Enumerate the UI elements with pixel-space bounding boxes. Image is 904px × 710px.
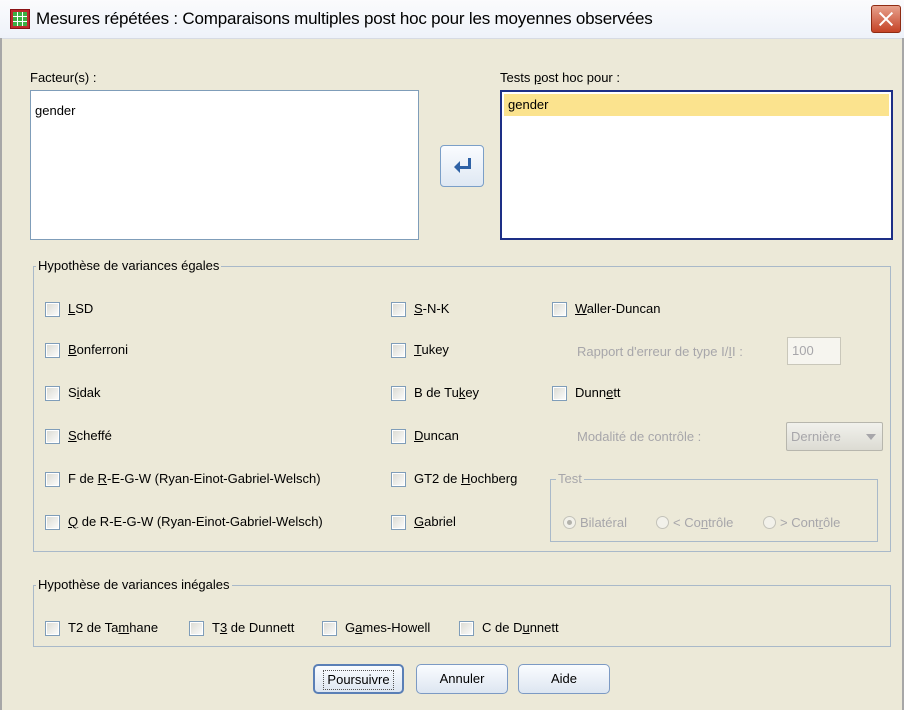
dunnett-c-label: C de Dunnett [482, 620, 559, 635]
unequal-variances-group [33, 585, 891, 647]
games-howell-label: Games-Howell [345, 620, 431, 635]
dialog-window: Mesures répétées : Comparaisons multiple… [0, 0, 904, 710]
two-sided-label: Bilatéral [580, 515, 627, 530]
sidak-checkbox[interactable] [45, 386, 60, 401]
unequal-variances-legend: Hypothèse de variances inégales [36, 577, 232, 592]
title-bar: Mesures répétées : Comparaisons multiple… [0, 0, 904, 39]
sidak-label: Sidak [68, 385, 101, 400]
factor-item-gender[interactable]: gender [35, 103, 75, 118]
bonferroni-label: Bonferroni [68, 342, 128, 357]
scheffe-checkbox[interactable] [45, 429, 60, 444]
gabriel-label: Gabriel [414, 514, 456, 529]
spss-table-icon [10, 9, 30, 29]
equal-variances-legend: Hypothèse de variances égales [36, 258, 222, 273]
move-arrow-icon [454, 158, 471, 173]
help-button[interactable]: Aide [518, 664, 610, 694]
control-category-label: Modalité de contrôle : [577, 429, 702, 444]
error-ratio-input[interactable]: 100 [787, 337, 841, 365]
test-legend: Test [556, 471, 584, 486]
waller-duncan-checkbox[interactable] [552, 302, 567, 317]
factors-label: Facteur(s) : [30, 70, 97, 85]
error-ratio-label: Rapport d'erreur de type I/II : [577, 344, 743, 359]
less-than-control-radio[interactable] [656, 516, 669, 529]
control-category-value: Dernière [791, 429, 841, 444]
two-sided-radio[interactable] [563, 516, 576, 529]
gabriel-checkbox[interactable] [391, 515, 406, 530]
greater-than-control-radio[interactable] [763, 516, 776, 529]
waller-duncan-label: Waller-Duncan [575, 301, 661, 316]
lsd-checkbox[interactable] [45, 302, 60, 317]
move-to-tests-button[interactable] [440, 145, 484, 187]
snk-checkbox[interactable] [391, 302, 406, 317]
scheffe-label: Scheffé [68, 428, 112, 443]
lsd-label: LSD [68, 301, 94, 316]
tukey-checkbox[interactable] [391, 343, 406, 358]
dunnett-t3-label: T3 de Dunnett [212, 620, 295, 635]
window-border-left [0, 38, 2, 710]
less-than-control-label: < Contrôle [673, 515, 734, 530]
posthoc-tests-listbox[interactable]: gender [500, 90, 893, 240]
posthoc-item-gender[interactable]: gender [504, 94, 889, 116]
regwq-label: Q de R-E-G-W (Ryan-Einot-Gabriel-Welsch) [68, 514, 323, 529]
hochberg-checkbox[interactable] [391, 472, 406, 487]
regwf-label: F de R-E-G-W (Ryan-Einot-Gabriel-Welsch) [68, 471, 321, 486]
snk-label: S-N-K [414, 301, 450, 316]
hochberg-label: GT2 de Hochberg [414, 471, 518, 486]
close-button[interactable] [871, 5, 901, 33]
continue-button[interactable]: Poursuivre [313, 664, 404, 694]
tukey-label: Tukey [414, 342, 449, 357]
tukey-b-label: B de Tukey [414, 385, 480, 400]
duncan-label: Duncan [414, 428, 459, 443]
greater-than-control-label: > Contrôle [780, 515, 841, 530]
tukey-b-checkbox[interactable] [391, 386, 406, 401]
dunnett-label: Dunnett [575, 385, 621, 400]
dunnett-t3-checkbox[interactable] [189, 621, 204, 636]
dunnett-c-checkbox[interactable] [459, 621, 474, 636]
dunnett-checkbox[interactable] [552, 386, 567, 401]
regwf-checkbox[interactable] [45, 472, 60, 487]
continue-button-label: Poursuivre [323, 670, 394, 690]
tamhane-label: T2 de Tamhane [68, 620, 159, 635]
chevron-down-icon [866, 434, 876, 440]
factors-listbox[interactable]: gender [30, 90, 419, 240]
bonferroni-checkbox[interactable] [45, 343, 60, 358]
control-category-select[interactable]: Dernière [786, 422, 883, 451]
window-title: Mesures répétées : Comparaisons multiple… [36, 9, 653, 28]
games-howell-checkbox[interactable] [322, 621, 337, 636]
cancel-button[interactable]: Annuler [416, 664, 508, 694]
posthoc-tests-label: Tests post hoc pour : [500, 70, 620, 85]
duncan-checkbox[interactable] [391, 429, 406, 444]
tamhane-checkbox[interactable] [45, 621, 60, 636]
regwq-checkbox[interactable] [45, 515, 60, 530]
test-group [550, 479, 878, 542]
